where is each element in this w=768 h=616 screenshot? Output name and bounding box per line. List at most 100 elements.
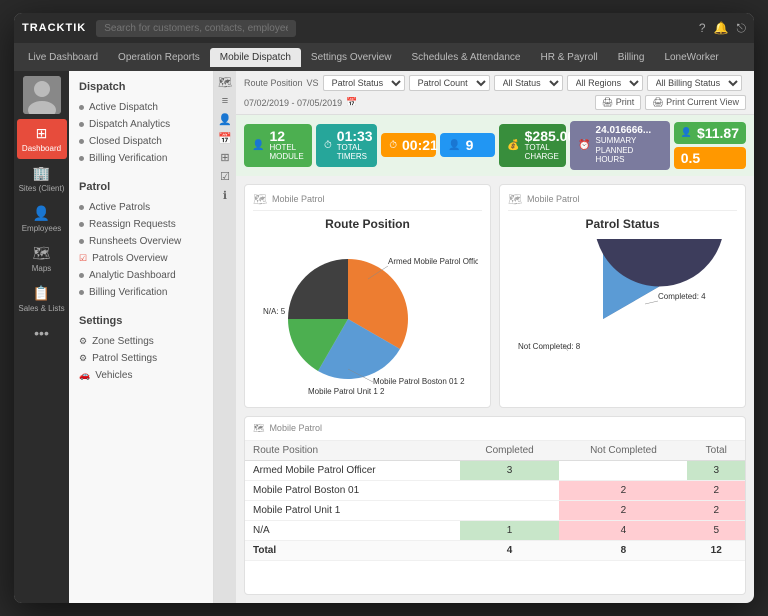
chart1-pie: Armed Mobile Patrol Offic... 3 N/A: 5 Mo… <box>253 239 482 399</box>
cell-route-unit1: Mobile Patrol Unit 1 <box>245 500 460 520</box>
sidebar-item-employees[interactable]: 👤 Employees <box>17 199 67 239</box>
tab-schedules-attendance[interactable]: Schedules & Attendance <box>402 48 531 67</box>
tab-settings-overview[interactable]: Settings Overview <box>301 48 402 67</box>
top-bar: TRACKTIK ? 🔔 ⎋ <box>14 13 754 43</box>
nav-reassign-requests-label: Reassign Requests <box>89 219 176 230</box>
col-not-completed: Not Completed <box>559 441 687 461</box>
dispatch-title: Dispatch <box>74 79 208 95</box>
calendar-icon[interactable]: 📅 <box>218 132 232 145</box>
chart2-icon: 🗺 <box>508 193 522 206</box>
nav-dot <box>79 122 84 127</box>
nav-closed-dispatch-label: Closed Dispatch <box>89 136 162 147</box>
cell-completed-na: 1 <box>460 520 560 540</box>
sidebar-item-more[interactable]: ••• <box>17 319 67 347</box>
top-bar-actions: ? 🔔 ⎋ <box>699 21 746 36</box>
dispatch-section: Dispatch Active Dispatch Dispatch Analyt… <box>74 79 208 167</box>
nav-analytic-dashboard-label: Analytic Dashboard <box>89 270 176 281</box>
svg-text:Mobile Patrol Unit 1 2: Mobile Patrol Unit 1 2 <box>308 387 385 396</box>
check-icon[interactable]: ☑ <box>220 170 230 183</box>
bell-icon[interactable]: 🔔 <box>714 21 729 35</box>
grid-icon[interactable]: ⊞ <box>220 151 229 164</box>
stat-orange-num: 00:21 <box>402 138 438 152</box>
filter-patrol-count[interactable]: Patrol Count <box>409 75 490 91</box>
stat-total-charge: 💰 $285.00 TOTAL CHARGE <box>499 124 566 167</box>
filter-all-billing[interactable]: All Billing Status <box>647 75 742 91</box>
nav-patrol-settings[interactable]: ⚙ Patrol Settings <box>74 350 208 367</box>
nav-billing-verification-patrol[interactable]: Billing Verification <box>74 284 208 301</box>
nav-zone-settings[interactable]: ⚙ Zone Settings <box>74 333 208 350</box>
stat-blue-num: 9 <box>466 138 474 152</box>
person-right-icon[interactable]: 👤 <box>218 113 232 126</box>
layers-icon[interactable]: ≡ <box>222 95 228 107</box>
nav-dot <box>79 273 84 278</box>
nav-dot <box>79 105 84 110</box>
sidebar-item-maps[interactable]: 🗺 Maps <box>17 239 67 279</box>
nav-vehicles[interactable]: 🚗 Vehicles <box>74 367 208 384</box>
cell-notcompleted-boston: 2 <box>559 480 687 500</box>
nav-reassign-requests[interactable]: Reassign Requests <box>74 216 208 233</box>
nav-dot <box>79 139 84 144</box>
nav-patrols-overview-label: Patrols Overview <box>92 253 168 264</box>
nav-active-dispatch[interactable]: Active Dispatch <box>74 99 208 116</box>
stat-small-orange-num: 0.5 <box>681 151 700 165</box>
cell-completed-unit1 <box>460 500 560 520</box>
nav-runsheets-overview[interactable]: Runsheets Overview <box>74 233 208 250</box>
more-icon: ••• <box>34 325 49 341</box>
svg-text:N/A: 5: N/A: 5 <box>263 307 286 316</box>
tab-operation-reports[interactable]: Operation Reports <box>108 48 210 67</box>
nav-dispatch-analytics[interactable]: Dispatch Analytics <box>74 116 208 133</box>
sidebar-item-sites[interactable]: 🏢 Sites (Client) <box>17 159 67 199</box>
stat-timer-icon: ⏱ <box>324 140 332 151</box>
stat-hotel-num: 12 <box>269 129 304 143</box>
filter-all-status[interactable]: All Status <box>494 75 563 91</box>
chart2-title: Patrol Status <box>508 217 737 231</box>
main-layout: ⊞ Dashboard 🏢 Sites (Client) 👤 Employees… <box>14 71 754 603</box>
nav-billing-verification-dispatch[interactable]: Billing Verification <box>74 150 208 167</box>
settings-section: Settings ⚙ Zone Settings ⚙ Patrol Settin… <box>74 313 208 384</box>
nav-zone-settings-label: Zone Settings <box>92 336 154 347</box>
cell-total-boston: 2 <box>687 480 745 500</box>
cell-notcompleted-na: 4 <box>559 520 687 540</box>
cell-total-armed: 3 <box>687 460 745 480</box>
svg-text:Armed Mobile Patrol Offic... 3: Armed Mobile Patrol Offic... 3 <box>388 257 478 266</box>
nav-billing-verification-label: Billing Verification <box>89 153 167 164</box>
nav-active-patrols[interactable]: Active Patrols <box>74 199 208 216</box>
nav-patrol-settings-label: Patrol Settings <box>92 353 157 364</box>
nav-closed-dispatch[interactable]: Closed Dispatch <box>74 133 208 150</box>
info-icon[interactable]: ℹ <box>223 189 227 202</box>
sidebar-item-sales[interactable]: 📋 Sales & Lists <box>17 279 67 319</box>
calendar-filter-icon[interactable]: 📅 <box>346 97 357 108</box>
svg-text:Mobile Patrol Boston 01 2: Mobile Patrol Boston 01 2 <box>373 377 465 386</box>
exit-icon[interactable]: ⎋ <box>737 21 747 36</box>
cell-notcompleted-total: 8 <box>559 540 687 560</box>
filter-all-regions[interactable]: All Regions <box>567 75 643 91</box>
table-total-row: Total 4 8 12 <box>245 540 745 560</box>
sidebar-item-dashboard[interactable]: ⊞ Dashboard <box>17 119 67 159</box>
print-current-button[interactable]: 🖨 Print Current View <box>645 95 746 110</box>
col-total: Total <box>687 441 745 461</box>
cell-route-na: N/A <box>245 520 460 540</box>
print-button[interactable]: 🖨 Print <box>595 95 641 110</box>
stat-blue-icon: 👤 <box>448 140 460 151</box>
chart1-icon: 🗺 <box>253 193 267 206</box>
nav-analytic-dashboard[interactable]: Analytic Dashboard <box>74 267 208 284</box>
help-icon[interactable]: ? <box>699 21 706 35</box>
tab-billing[interactable]: Billing <box>608 48 655 67</box>
tab-mobile-dispatch[interactable]: Mobile Dispatch <box>210 48 301 67</box>
filter-patrol-status[interactable]: Patrol Status <box>323 75 405 91</box>
stat-person-icon: 👤 <box>252 140 264 151</box>
tab-live-dashboard[interactable]: Live Dashboard <box>18 48 108 67</box>
nav-patrols-overview[interactable]: ☑ Patrols Overview <box>74 250 208 267</box>
stat-hours-num: 24.016666... <box>596 126 662 136</box>
svg-text:Not Completed: 8: Not Completed: 8 <box>518 342 581 351</box>
table-panel-label: Mobile Patrol <box>269 423 322 433</box>
nav-active-patrols-label: Active Patrols <box>89 202 150 213</box>
cell-completed-total: 4 <box>460 540 560 560</box>
tab-hr-payroll[interactable]: HR & Payroll <box>531 48 608 67</box>
nav-dot <box>79 290 84 295</box>
tab-loneworker[interactable]: LoneWorker <box>654 48 728 67</box>
map-right-icon[interactable]: 🗺 <box>218 76 232 89</box>
filter-vs-label: VS <box>307 78 319 88</box>
stat-orange: ⏱ 00:21 <box>381 133 436 157</box>
search-input[interactable] <box>96 20 296 37</box>
